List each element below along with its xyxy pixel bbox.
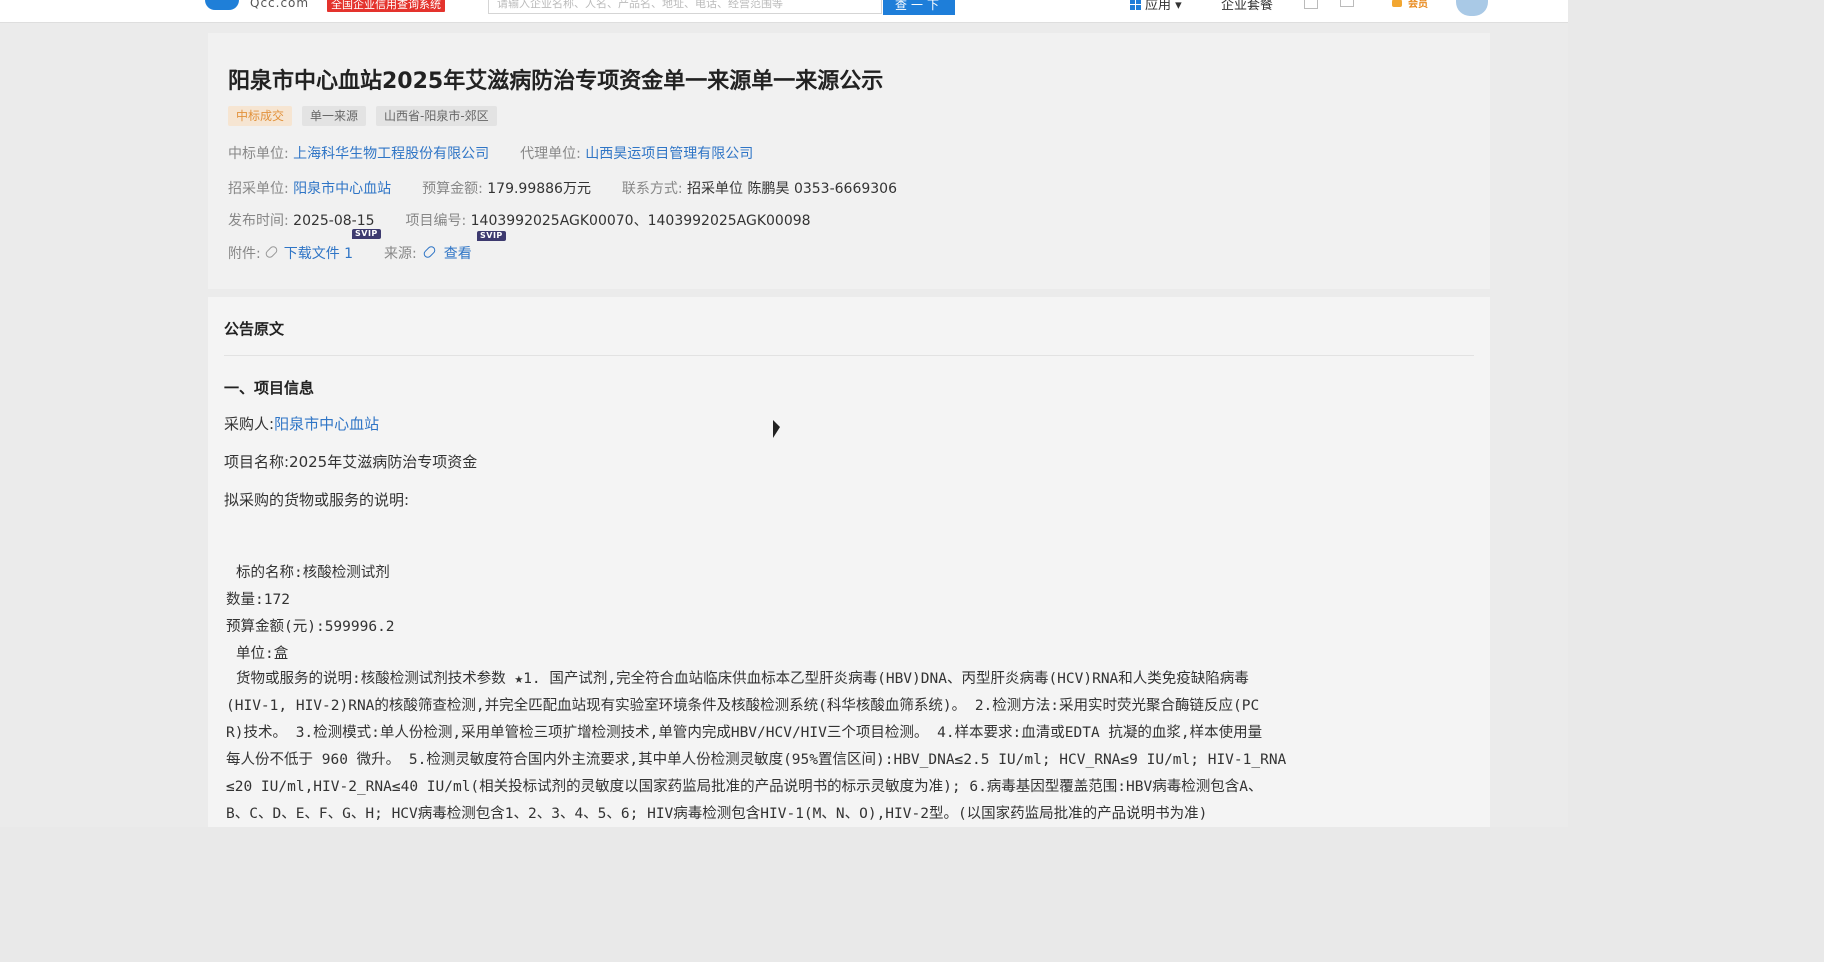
notice-header-card: 阳泉市中心血站2025年艾滋病防治专项资金单一来源单一来源公示 中标成交 单一来…: [208, 33, 1490, 289]
publish-label: 发布时间:: [228, 213, 289, 229]
quantity-line: 数量:172: [226, 592, 290, 608]
unit-line: 单位:盒: [236, 646, 289, 662]
desc-line: B、C、D、E、F、G、H; HCV病毒检测包含1、2、3、4、5、6; HIV…: [226, 806, 1208, 822]
attachment-link-icon: [263, 244, 279, 260]
buyer-label: 招采单位:: [228, 181, 289, 197]
contact-value: 招采单位 陈鹏昊 0353-6669306: [687, 181, 897, 197]
goods-desc-intro: 拟采购的货物或服务的说明:: [224, 491, 410, 509]
desc-line: 货物或服务的说明:核酸检测试剂技术参数 ★1. 国产试剂,完全符合血站临床供血标…: [236, 671, 1249, 687]
slogan-badge: 全国企业信用查询系统: [327, 0, 445, 12]
download-icon[interactable]: [1340, 0, 1354, 7]
nav-vip[interactable]: 会员: [1392, 0, 1428, 10]
section-divider: [224, 355, 1474, 356]
download-file-link[interactable]: 下载文件 1: [284, 246, 353, 262]
project-no-value: 1403992025AGK00070、1403992025AGK00098: [470, 213, 811, 229]
section-title: 公告原文: [224, 320, 285, 338]
attachment-label: 附件:: [228, 246, 261, 262]
desc-line: 每人份不低于 960 微升。 5.检测灵敏度符合国内外主流要求,其中单人份检测灵…: [226, 752, 1287, 768]
project-info-heading: 一、项目信息: [224, 379, 315, 397]
svip-badge-source: SVIP: [477, 231, 506, 241]
item-name-line: 标的名称:核酸检测试剂: [236, 565, 390, 581]
nav-enterprise-plan[interactable]: 企业套餐: [1221, 0, 1273, 13]
top-nav-bar: Qcc.com 全国企业信用查询系统 请输入企业名称、人名、产品名、地址、电话、…: [0, 0, 1568, 23]
source-view-link[interactable]: 查看: [444, 246, 472, 262]
agent-label: 代理单位:: [520, 146, 581, 162]
tag-region: 山西省-阳泉市-郊区: [376, 106, 497, 126]
search-button[interactable]: 查一下: [883, 0, 955, 15]
vip-crown-icon: [1392, 0, 1402, 7]
desc-line: R)技术。 3.检测模式:单人份检测,采用单管检三项扩增检测技术,单管内完成HB…: [226, 725, 1263, 741]
nav-vip-label: 会员: [1408, 0, 1428, 10]
publish-row: 发布时间: 2025-08-15 项目编号: 1403992025AGK0007…: [228, 210, 811, 230]
buyer-line-link[interactable]: 阳泉市中心血站: [274, 415, 379, 433]
search-input[interactable]: 请输入企业名称、人名、产品名、地址、电话、经营范围等: [488, 0, 882, 14]
tag-status: 中标成交: [228, 106, 293, 126]
qcc-logo-icon[interactable]: [205, 0, 239, 10]
desc-line: ≤20 IU/ml,HIV-2_RNA≤40 IU/ml(相关投标试剂的灵敏度以…: [226, 779, 1263, 795]
mouse-pointer-icon: [773, 420, 780, 438]
buyer-line: 采购人:阳泉市中心血站: [224, 413, 379, 434]
buyer-link[interactable]: 阳泉市中心血站: [293, 181, 391, 197]
buyer-row: 招采单位: 阳泉市中心血站 预算金额: 179.99886万元 联系方式: 招采…: [228, 178, 897, 198]
notice-title: 阳泉市中心血站2025年艾滋病防治专项资金单一来源单一来源公示: [228, 69, 884, 94]
nav-apps-menu[interactable]: 应用 ▾: [1130, 0, 1182, 13]
project-no-label: 项目编号:: [405, 213, 467, 229]
winner-link[interactable]: 上海科华生物工程股份有限公司: [293, 146, 489, 162]
apps-grid-icon: [1130, 0, 1141, 10]
publish-date: 2025-08-15: [293, 213, 375, 229]
nav-apps-label: 应用: [1145, 0, 1172, 13]
buyer-line-label: 采购人:: [224, 415, 275, 433]
announcement-body: 公告原文 一、项目信息 采购人:阳泉市中心血站 项目名称:2025年艾滋病防治专…: [208, 297, 1490, 827]
attachment-row: 附件: 下载文件 1 来源: 查看: [228, 243, 472, 263]
message-icon[interactable]: [1304, 0, 1318, 9]
source-label: 来源:: [383, 246, 417, 262]
svip-badge-attachment: SVIP: [352, 229, 381, 239]
tag-procurement-type: 单一来源: [302, 106, 367, 126]
user-avatar[interactable]: [1456, 0, 1488, 16]
site-logo-text[interactable]: Qcc.com: [250, 0, 309, 10]
project-name-line: 项目名称:2025年艾滋病防治专项资金: [224, 453, 478, 471]
desc-line: (HIV-1, HIV-2)RNA的核酸筛查检测,并完全匹配血站现有实验室环境条…: [226, 698, 1260, 714]
page: Qcc.com 全国企业信用查询系统 请输入企业名称、人名、产品名、地址、电话、…: [0, 0, 1568, 827]
winner-label: 中标单位:: [228, 146, 289, 162]
budget-value: 179.99886万元: [487, 181, 591, 197]
contact-label: 联系方式:: [621, 181, 683, 197]
agent-link[interactable]: 山西昊运项目管理有限公司: [585, 146, 753, 162]
source-link-icon: [421, 244, 437, 260]
winner-row: 中标单位: 上海科华生物工程股份有限公司 代理单位: 山西昊运项目管理有限公司: [228, 143, 753, 163]
budget-yuan-line: 预算金额(元):599996.2: [226, 619, 395, 635]
budget-label: 预算金额:: [422, 181, 483, 197]
